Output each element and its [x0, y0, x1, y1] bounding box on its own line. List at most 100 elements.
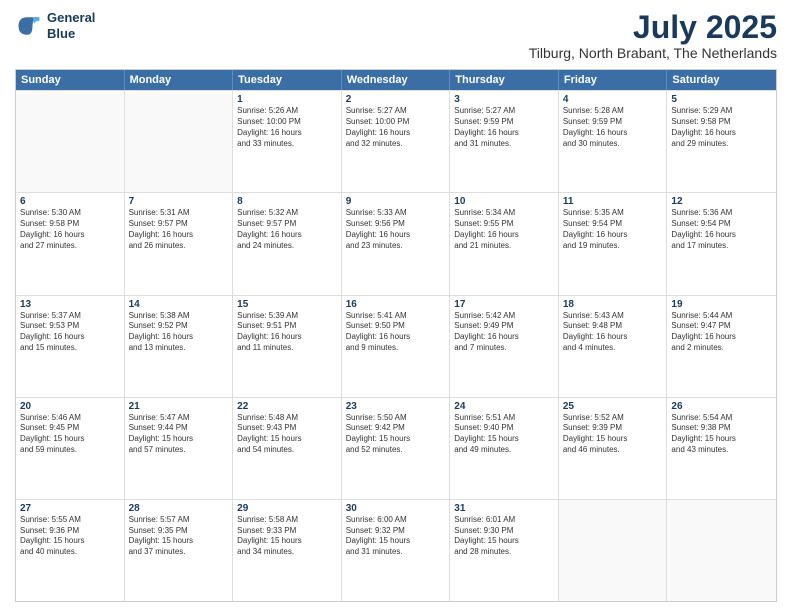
title-block: July 2025 Tilburg, North Brabant, The Ne…	[529, 10, 777, 61]
day-number: 11	[563, 196, 663, 207]
table-row: 25Sunrise: 5:52 AM Sunset: 9:39 PM Dayli…	[559, 398, 668, 499]
day-number: 13	[20, 299, 120, 310]
table-row	[16, 91, 125, 192]
day-number: 12	[671, 196, 772, 207]
day-content: Sunrise: 5:27 AM Sunset: 9:59 PM Dayligh…	[454, 106, 554, 149]
page: General Blue July 2025 Tilburg, North Br…	[0, 0, 792, 612]
day-content: Sunrise: 5:43 AM Sunset: 9:48 PM Dayligh…	[563, 311, 663, 354]
day-content: Sunrise: 6:00 AM Sunset: 9:32 PM Dayligh…	[346, 515, 446, 558]
day-content: Sunrise: 5:28 AM Sunset: 9:59 PM Dayligh…	[563, 106, 663, 149]
day-number: 17	[454, 299, 554, 310]
day-number: 24	[454, 401, 554, 412]
calendar-header: Sunday Monday Tuesday Wednesday Thursday…	[16, 70, 776, 90]
day-content: Sunrise: 5:57 AM Sunset: 9:35 PM Dayligh…	[129, 515, 229, 558]
table-row: 17Sunrise: 5:42 AM Sunset: 9:49 PM Dayli…	[450, 296, 559, 397]
table-row	[667, 500, 776, 601]
day-number: 2	[346, 94, 446, 105]
day-number: 4	[563, 94, 663, 105]
day-number: 25	[563, 401, 663, 412]
day-content: Sunrise: 5:31 AM Sunset: 9:57 PM Dayligh…	[129, 208, 229, 251]
table-row: 13Sunrise: 5:37 AM Sunset: 9:53 PM Dayli…	[16, 296, 125, 397]
table-row: 30Sunrise: 6:00 AM Sunset: 9:32 PM Dayli…	[342, 500, 451, 601]
day-content: Sunrise: 5:30 AM Sunset: 9:58 PM Dayligh…	[20, 208, 120, 251]
day-number: 30	[346, 503, 446, 514]
logo-text: General Blue	[47, 10, 95, 41]
calendar-row-2: 6Sunrise: 5:30 AM Sunset: 9:58 PM Daylig…	[16, 192, 776, 294]
table-row: 23Sunrise: 5:50 AM Sunset: 9:42 PM Dayli…	[342, 398, 451, 499]
table-row: 22Sunrise: 5:48 AM Sunset: 9:43 PM Dayli…	[233, 398, 342, 499]
day-content: Sunrise: 5:47 AM Sunset: 9:44 PM Dayligh…	[129, 413, 229, 456]
table-row: 15Sunrise: 5:39 AM Sunset: 9:51 PM Dayli…	[233, 296, 342, 397]
day-number: 22	[237, 401, 337, 412]
day-content: Sunrise: 5:29 AM Sunset: 9:58 PM Dayligh…	[671, 106, 772, 149]
day-content: Sunrise: 6:01 AM Sunset: 9:30 PM Dayligh…	[454, 515, 554, 558]
header: General Blue July 2025 Tilburg, North Br…	[15, 10, 777, 61]
table-row: 20Sunrise: 5:46 AM Sunset: 9:45 PM Dayli…	[16, 398, 125, 499]
day-number: 10	[454, 196, 554, 207]
calendar-row-5: 27Sunrise: 5:55 AM Sunset: 9:36 PM Dayli…	[16, 499, 776, 601]
table-row	[125, 91, 234, 192]
day-content: Sunrise: 5:27 AM Sunset: 10:00 PM Daylig…	[346, 106, 446, 149]
table-row: 9Sunrise: 5:33 AM Sunset: 9:56 PM Daylig…	[342, 193, 451, 294]
day-number: 5	[671, 94, 772, 105]
table-row: 19Sunrise: 5:44 AM Sunset: 9:47 PM Dayli…	[667, 296, 776, 397]
table-row: 26Sunrise: 5:54 AM Sunset: 9:38 PM Dayli…	[667, 398, 776, 499]
table-row: 18Sunrise: 5:43 AM Sunset: 9:48 PM Dayli…	[559, 296, 668, 397]
table-row: 2Sunrise: 5:27 AM Sunset: 10:00 PM Dayli…	[342, 91, 451, 192]
day-number: 18	[563, 299, 663, 310]
day-content: Sunrise: 5:50 AM Sunset: 9:42 PM Dayligh…	[346, 413, 446, 456]
table-row	[559, 500, 668, 601]
logo: General Blue	[15, 10, 95, 41]
table-row: 3Sunrise: 5:27 AM Sunset: 9:59 PM Daylig…	[450, 91, 559, 192]
header-saturday: Saturday	[667, 70, 776, 90]
day-content: Sunrise: 5:34 AM Sunset: 9:55 PM Dayligh…	[454, 208, 554, 251]
table-row: 7Sunrise: 5:31 AM Sunset: 9:57 PM Daylig…	[125, 193, 234, 294]
day-number: 16	[346, 299, 446, 310]
table-row: 31Sunrise: 6:01 AM Sunset: 9:30 PM Dayli…	[450, 500, 559, 601]
logo-icon	[15, 12, 43, 40]
day-content: Sunrise: 5:26 AM Sunset: 10:00 PM Daylig…	[237, 106, 337, 149]
day-content: Sunrise: 5:41 AM Sunset: 9:50 PM Dayligh…	[346, 311, 446, 354]
day-number: 31	[454, 503, 554, 514]
calendar: Sunday Monday Tuesday Wednesday Thursday…	[15, 69, 777, 602]
day-content: Sunrise: 5:36 AM Sunset: 9:54 PM Dayligh…	[671, 208, 772, 251]
header-sunday: Sunday	[16, 70, 125, 90]
table-row: 27Sunrise: 5:55 AM Sunset: 9:36 PM Dayli…	[16, 500, 125, 601]
calendar-body: 1Sunrise: 5:26 AM Sunset: 10:00 PM Dayli…	[16, 90, 776, 601]
day-content: Sunrise: 5:52 AM Sunset: 9:39 PM Dayligh…	[563, 413, 663, 456]
day-number: 15	[237, 299, 337, 310]
day-number: 27	[20, 503, 120, 514]
day-content: Sunrise: 5:33 AM Sunset: 9:56 PM Dayligh…	[346, 208, 446, 251]
day-number: 9	[346, 196, 446, 207]
day-content: Sunrise: 5:32 AM Sunset: 9:57 PM Dayligh…	[237, 208, 337, 251]
day-content: Sunrise: 5:58 AM Sunset: 9:33 PM Dayligh…	[237, 515, 337, 558]
day-number: 8	[237, 196, 337, 207]
table-row: 28Sunrise: 5:57 AM Sunset: 9:35 PM Dayli…	[125, 500, 234, 601]
header-friday: Friday	[559, 70, 668, 90]
table-row: 24Sunrise: 5:51 AM Sunset: 9:40 PM Dayli…	[450, 398, 559, 499]
day-content: Sunrise: 5:54 AM Sunset: 9:38 PM Dayligh…	[671, 413, 772, 456]
logo-line1: General	[47, 10, 95, 26]
day-number: 6	[20, 196, 120, 207]
day-number: 23	[346, 401, 446, 412]
day-content: Sunrise: 5:48 AM Sunset: 9:43 PM Dayligh…	[237, 413, 337, 456]
day-number: 1	[237, 94, 337, 105]
day-number: 20	[20, 401, 120, 412]
table-row: 5Sunrise: 5:29 AM Sunset: 9:58 PM Daylig…	[667, 91, 776, 192]
day-content: Sunrise: 5:42 AM Sunset: 9:49 PM Dayligh…	[454, 311, 554, 354]
table-row: 21Sunrise: 5:47 AM Sunset: 9:44 PM Dayli…	[125, 398, 234, 499]
table-row: 11Sunrise: 5:35 AM Sunset: 9:54 PM Dayli…	[559, 193, 668, 294]
day-number: 29	[237, 503, 337, 514]
header-thursday: Thursday	[450, 70, 559, 90]
day-number: 21	[129, 401, 229, 412]
location-title: Tilburg, North Brabant, The Netherlands	[529, 45, 777, 61]
day-content: Sunrise: 5:35 AM Sunset: 9:54 PM Dayligh…	[563, 208, 663, 251]
header-wednesday: Wednesday	[342, 70, 451, 90]
header-monday: Monday	[125, 70, 234, 90]
calendar-row-4: 20Sunrise: 5:46 AM Sunset: 9:45 PM Dayli…	[16, 397, 776, 499]
table-row: 1Sunrise: 5:26 AM Sunset: 10:00 PM Dayli…	[233, 91, 342, 192]
table-row: 12Sunrise: 5:36 AM Sunset: 9:54 PM Dayli…	[667, 193, 776, 294]
calendar-row-1: 1Sunrise: 5:26 AM Sunset: 10:00 PM Dayli…	[16, 90, 776, 192]
day-content: Sunrise: 5:44 AM Sunset: 9:47 PM Dayligh…	[671, 311, 772, 354]
table-row: 14Sunrise: 5:38 AM Sunset: 9:52 PM Dayli…	[125, 296, 234, 397]
